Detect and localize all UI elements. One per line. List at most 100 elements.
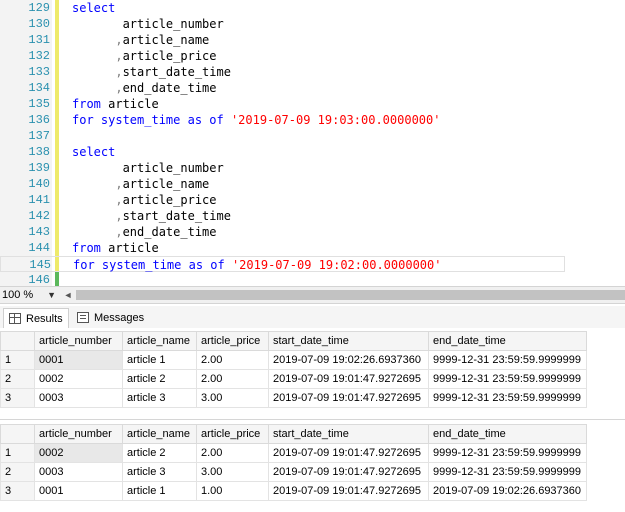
grid-cell[interactable]: 9999-12-31 23:59:59.9999999 [428,350,587,370]
code-line[interactable]: 143 ,end_date_time [0,224,625,240]
row-number[interactable]: 3 [0,388,35,408]
grid-cell[interactable]: 2019-07-09 19:01:47.9272695 [268,443,429,463]
column-header[interactable]: article_price [196,331,269,351]
grid-cell[interactable]: 9999-12-31 23:59:59.9999999 [428,369,587,389]
row-number[interactable]: 1 [0,443,35,463]
column-header[interactable]: end_date_time [428,331,587,351]
line-number: 129 [28,1,50,15]
grid-cell[interactable]: 9999-12-31 23:59:59.9999999 [428,462,587,482]
grid-cell[interactable]: 2019-07-09 19:01:47.9272695 [268,388,429,408]
code-line[interactable]: 146 [0,272,625,286]
grid-cell[interactable]: 2019-07-09 19:01:47.9272695 [268,462,429,482]
sql-string: '2019-07-09 19:02:00.0000000' [231,258,442,272]
row-number[interactable]: 1 [0,350,35,370]
grid-cell[interactable]: article 2 [122,443,197,463]
grid-cell[interactable]: 2.00 [196,369,269,389]
sql-token: , [72,33,123,47]
code-text: ,article_name [72,176,209,192]
code-line[interactable]: 144 from article [0,240,625,256]
scroll-left-arrow-icon[interactable]: ◄ [62,287,74,303]
line-number: 133 [28,65,50,79]
sql-editor[interactable]: 129 select 130 article_number 131 ,article_… [0,0,625,286]
grid-cell[interactable]: 2019-07-09 19:01:47.9272695 [268,481,429,501]
grid-corner[interactable] [0,331,35,351]
grid-cell[interactable]: 0003 [34,388,123,408]
grid-cell[interactable]: article 3 [122,388,197,408]
grid-cell[interactable]: article 1 [122,350,197,370]
tab-results[interactable]: Results [3,308,69,328]
line-number: 136 [28,113,50,127]
row-number[interactable]: 3 [0,481,35,501]
code-line[interactable]: 141 ,article_price [0,192,625,208]
grid-cell[interactable]: 0002 [34,369,123,389]
row-number[interactable]: 2 [0,369,35,389]
table-row[interactable]: 2 0003 article 3 3.00 2019-07-09 19:01:47.92… [0,462,587,482]
result-grid-1: article_number article_name article_price s… [0,331,587,408]
table-row[interactable]: 2 0002 article 2 2.00 2019-07-09 19:01:47.92… [0,369,587,389]
line-number: 135 [28,97,50,111]
grid-cell[interactable]: 9999-12-31 23:59:59.9999999 [428,388,587,408]
grid-cell[interactable]: 0003 [34,462,123,482]
code-line[interactable]: 132 ,article_price [0,48,625,64]
grid-cell[interactable]: 1.00 [196,481,269,501]
code-line[interactable]: 133 ,start_date_time [0,64,625,80]
grid-cell[interactable]: 2.00 [196,443,269,463]
column-header[interactable]: start_date_time [268,424,429,444]
grid-cell[interactable]: 0001 [34,481,123,501]
column-header[interactable]: end_date_time [428,424,587,444]
tab-messages[interactable]: Messages [72,308,152,328]
table-row[interactable]: 3 0001 article 1 1.00 2019-07-09 19:01:47.92… [0,481,587,501]
tab-results-label: Results [26,313,63,325]
grid-cell[interactable]: 9999-12-31 23:59:59.9999999 [428,443,587,463]
code-line[interactable]: 140 ,article_name [0,176,625,192]
zoom-level: 100 % [2,289,34,301]
grid-corner[interactable] [0,424,35,444]
grid-cell[interactable]: 0001 [34,350,123,370]
sql-token: , [72,49,123,63]
column-header[interactable]: article_name [122,331,197,351]
sql-keyword: select [72,145,116,159]
sql-token: end_date_time [122,81,217,95]
table-row[interactable]: 1 0002 article 2 2.00 2019-07-09 19:01:47.92… [0,443,587,463]
sql-token: article [100,241,159,255]
code-text: from article [72,96,159,112]
code-line[interactable]: 130 article_number [0,16,625,32]
zoom-dropdown[interactable]: 100 % ▼ [0,287,60,303]
code-line[interactable]: 145 for system_time as of '2019-07-09 19:… [0,256,565,272]
code-line[interactable]: 137 [0,128,625,144]
sql-keyword: for system_time as of [73,258,225,272]
grid-splitter[interactable] [0,419,625,420]
horizontal-scrollbar-thumb[interactable] [76,290,625,300]
code-line[interactable]: 138 select [0,144,625,160]
sql-token: article_number [72,161,224,175]
grid-cell[interactable]: article 2 [122,369,197,389]
column-header[interactable]: article_name [122,424,197,444]
code-line[interactable]: 135 from article [0,96,625,112]
grid-cell[interactable]: 3.00 [196,388,269,408]
column-header[interactable]: start_date_time [268,331,429,351]
code-line[interactable]: 129 select [0,0,625,16]
column-header[interactable]: article_number [34,424,123,444]
grid-cell[interactable]: article 1 [122,481,197,501]
code-line[interactable]: 136 for system_time as of '2019-07-09 19:… [0,112,625,128]
code-line[interactable]: 139 article_number [0,160,625,176]
column-header[interactable]: article_number [34,331,123,351]
table-row[interactable]: 1 0001 article 1 2.00 2019-07-09 19:02:26.69… [0,350,587,370]
code-line[interactable]: 142 ,start_date_time [0,208,625,224]
grid-cell[interactable]: article 3 [122,462,197,482]
code-line[interactable]: 134 ,end_date_time [0,80,625,96]
column-header[interactable]: article_price [196,424,269,444]
result-grid-2: article_number article_name article_price s… [0,424,587,501]
code-line[interactable]: 131 ,article_name [0,32,625,48]
grid-cell[interactable]: 0002 [34,443,123,463]
table-row[interactable]: 3 0003 article 3 3.00 2019-07-09 19:01:47.92… [0,388,587,408]
grid-cell[interactable]: 3.00 [196,462,269,482]
row-number[interactable]: 2 [0,462,35,482]
grid-cell[interactable]: 2019-07-09 19:01:47.9272695 [268,369,429,389]
grid-cell[interactable]: 2019-07-09 19:02:26.6937360 [428,481,587,501]
code-text: ,end_date_time [72,80,217,96]
grid-cell[interactable]: 2.00 [196,350,269,370]
messages-icon [77,312,89,323]
grid-cell[interactable]: 2019-07-09 19:02:26.6937360 [268,350,429,370]
